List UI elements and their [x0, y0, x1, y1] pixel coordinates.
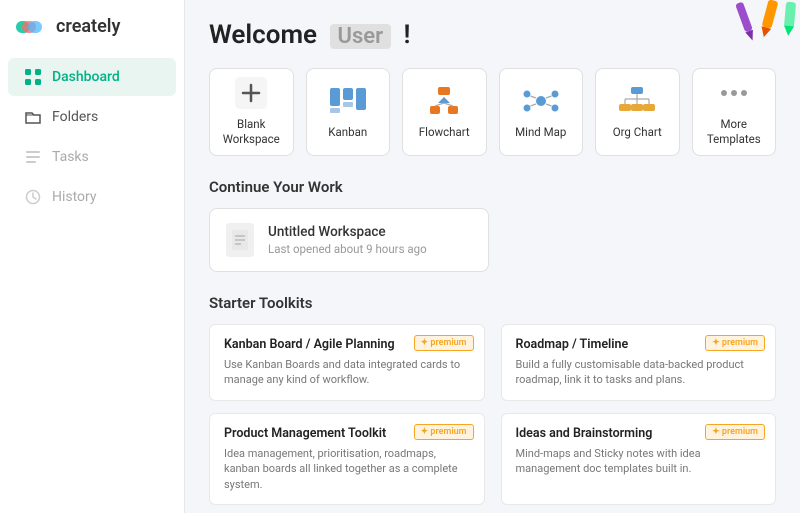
history-icon: [24, 188, 42, 206]
action-kanban[interactable]: Kanban: [306, 68, 391, 156]
sidebar-item-tasks-label: Tasks: [52, 149, 89, 165]
toolkit-desc: Idea management, prioritisation, roadmap…: [224, 446, 470, 492]
sidebar-item-dashboard-label: Dashboard: [52, 69, 120, 85]
orgchart-icon: [617, 85, 657, 117]
flowchart-icon: [424, 85, 464, 117]
continue-section-title: Continue Your Work: [209, 178, 776, 196]
username-badge: User: [330, 24, 392, 49]
sidebar-item-history-label: History: [52, 189, 97, 205]
sidebar-item-history[interactable]: History: [8, 178, 176, 216]
action-orgchart[interactable]: Org Chart: [595, 68, 680, 156]
toolkit-card[interactable]: ✦ premium Kanban Board / Agile Planning …: [209, 324, 485, 401]
toolkit-desc: Use Kanban Boards and data integrated ca…: [224, 357, 470, 388]
folders-icon: [24, 108, 42, 126]
toolkit-desc: Mind-maps and Sticky notes with idea man…: [516, 446, 762, 477]
workspace-name: Untitled Workspace: [268, 224, 427, 240]
sidebar-item-folders-label: Folders: [52, 109, 98, 125]
main-content: Welcome User ! BlankWorkspace: [185, 0, 800, 513]
decorative-svg: [680, 0, 800, 55]
decorative-banner: [680, 0, 800, 60]
action-more-templates[interactable]: MoreTemplates: [692, 68, 777, 156]
toolkit-desc: Build a fully customisable data-backed p…: [516, 357, 762, 388]
logo: creately: [0, 16, 184, 57]
kanban-icon: [328, 85, 368, 117]
more-icon: [714, 77, 754, 109]
action-flowchart[interactable]: Flowchart: [402, 68, 487, 156]
workspace-time: Last opened about 9 hours ago: [268, 242, 427, 256]
quick-actions-row: BlankWorkspace Kanban: [209, 68, 776, 156]
sidebar: creately Dashboard Folders: [0, 0, 185, 513]
premium-badge: ✦ premium: [414, 335, 474, 351]
toolkits-section-title: Starter Toolkits: [209, 294, 776, 312]
action-blank-workspace[interactable]: BlankWorkspace: [209, 68, 294, 156]
premium-badge: ✦ premium: [705, 424, 765, 440]
more-templates-label: MoreTemplates: [707, 117, 761, 147]
workspace-doc-icon: [226, 223, 254, 257]
orgchart-label: Org Chart: [613, 125, 662, 140]
action-mindmap[interactable]: Mind Map: [499, 68, 584, 156]
toolkits-grid: ✦ premium Kanban Board / Agile Planning …: [209, 324, 776, 513]
sidebar-item-folders[interactable]: Folders: [8, 98, 176, 136]
kanban-label: Kanban: [328, 125, 367, 140]
tasks-icon: [24, 148, 42, 166]
toolkit-card[interactable]: ✦ premium Ideas and Brainstorming Mind-m…: [501, 413, 777, 505]
blank-workspace-label: BlankWorkspace: [223, 117, 280, 147]
dashboard-icon: [24, 68, 42, 86]
plus-icon: [231, 77, 271, 109]
toolkit-card[interactable]: ✦ premium Product Management Toolkit Ide…: [209, 413, 485, 505]
sidebar-item-tasks[interactable]: Tasks: [8, 138, 176, 176]
mindmap-icon: [521, 85, 561, 117]
creately-logo-icon: [16, 17, 48, 37]
logo-text: creately: [56, 16, 120, 37]
premium-badge: ✦ premium: [705, 335, 765, 351]
premium-badge: ✦ premium: [414, 424, 474, 440]
recent-workspace-item[interactable]: Untitled Workspace Last opened about 9 h…: [209, 208, 489, 272]
workspace-info: Untitled Workspace Last opened about 9 h…: [268, 224, 427, 256]
toolkit-card[interactable]: ✦ premium Roadmap / Timeline Build a ful…: [501, 324, 777, 401]
sidebar-item-dashboard[interactable]: Dashboard: [8, 58, 176, 96]
flowchart-label: Flowchart: [419, 125, 470, 140]
mindmap-label: Mind Map: [515, 125, 566, 140]
